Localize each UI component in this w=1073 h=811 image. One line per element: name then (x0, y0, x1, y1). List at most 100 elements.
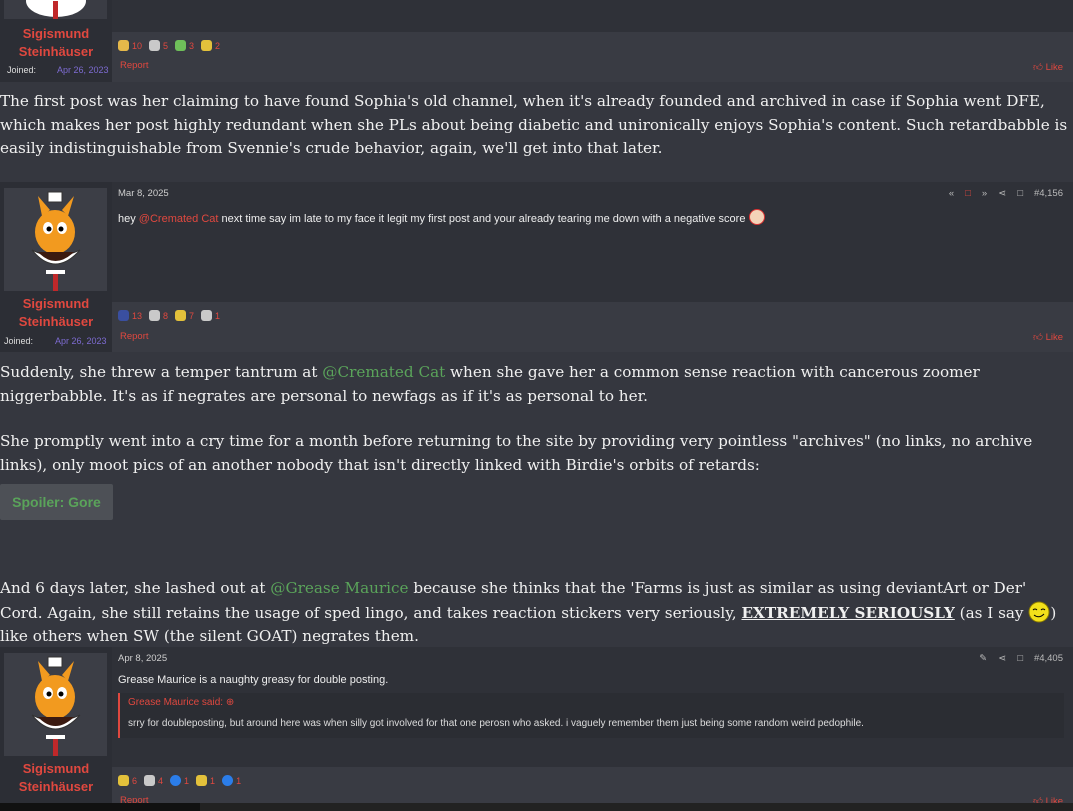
report-link[interactable]: Report (120, 60, 149, 71)
smirk-emoji-icon (1028, 601, 1050, 623)
clown-icon (118, 40, 129, 51)
reaction-count: 3 (189, 40, 195, 51)
reaction-count: 10 (132, 40, 143, 51)
ghost-icon (149, 40, 161, 51)
quote-author[interactable]: Grease Maurice said: ⊕ (128, 697, 234, 708)
thumbs-up-icon: 👍︎ (1032, 62, 1043, 73)
reaction-diamond[interactable]: 2 (201, 40, 220, 51)
reaction-count: 1 (215, 310, 221, 321)
username-first[interactable]: Sigismund (0, 760, 112, 778)
like-label: Like (1045, 332, 1063, 343)
joined-date: Apr 26, 2023 (55, 336, 107, 346)
reaction-bar[interactable]: 6 4 1 1 1 (118, 775, 241, 786)
like-button[interactable]: 👍︎ Like (1033, 331, 1063, 343)
post-footer: 6 4 1 1 1 Report 👍︎ Like (112, 767, 1073, 807)
bookmark-icon[interactable]: □ (1017, 188, 1023, 199)
post-message: Grease Maurice is a naughty greasy for d… (118, 674, 389, 686)
reaction-ghost[interactable]: 8 (149, 310, 168, 321)
post-date[interactable]: Apr 8, 2025 (118, 653, 167, 664)
joined-label: Joined: (4, 336, 34, 346)
message-text: next time say im late to my face it legi… (218, 213, 746, 225)
post-number[interactable]: #4,405 (1034, 653, 1063, 664)
trash-icon[interactable]: □ (965, 188, 971, 199)
username-first[interactable]: Sigismund (0, 295, 112, 313)
reaction-diamond[interactable]: 6 (118, 775, 137, 786)
reaction-money[interactable]: 3 (175, 40, 194, 51)
reaction-hat[interactable]: 13 (118, 310, 142, 321)
quote-text: srry for doubleposting, but around here … (128, 718, 864, 729)
reaction-clown[interactable]: 10 (118, 40, 142, 51)
post-number[interactable]: #4,156 (1034, 188, 1063, 199)
embedded-post-1: Sigismund Steinhäuser Joined: Apr 26, 20… (0, 0, 1073, 82)
like-label: Like (1045, 62, 1063, 73)
emphasis-text: EXTREMELY SERIOUSLY (741, 603, 955, 622)
quote-author-label: Grease Maurice said: (128, 697, 224, 708)
like-button[interactable]: 👍︎ Like (1033, 61, 1063, 73)
post-date[interactable]: Mar 8, 2025 (118, 188, 169, 199)
share-icon[interactable]: ⋖ (998, 653, 1006, 664)
quote-block: Grease Maurice said: ⊕ srry for doublepo… (118, 693, 1064, 738)
joined-label: Joined: (7, 65, 37, 75)
username[interactable]: Sigismund Steinhäuser (0, 295, 112, 331)
diamond-icon (118, 775, 129, 786)
diamond-icon (175, 310, 187, 321)
mention-link[interactable]: @Cremated Cat (322, 363, 445, 381)
reaction-messenger[interactable]: 1 (170, 775, 189, 786)
messenger-icon (170, 775, 182, 786)
post-footer: 13 8 7 1 Report 👍︎ Like (112, 302, 1073, 352)
post-author-column: Sigismund Steinhäuser Joined: Apr 26, 20… (0, 0, 112, 82)
report-link[interactable]: Report (120, 331, 149, 342)
share-icon[interactable]: ⋖ (998, 188, 1006, 199)
fast-forward-icon[interactable]: » (982, 188, 987, 199)
body-paragraph-2: Suddenly, she threw a temper tantrum at … (0, 361, 1070, 408)
joined-date: Apr 26, 2023 (57, 65, 109, 75)
post-tools: « □ » ⋖ □ #4,156 (949, 188, 1063, 199)
reaction-count: 1 (184, 775, 190, 786)
body-paragraph-4: And 6 days later, she lashed out at @Gre… (0, 577, 1070, 649)
reaction-bar[interactable]: 13 8 7 1 (118, 310, 220, 321)
embedded-post-2: Sigismund Steinhäuser Joined: Apr 26, 20… (0, 182, 1073, 352)
post-message: hey @Cremated Cat next time say im late … (118, 209, 765, 225)
paragraph-text: Suddenly, she threw a temper tantrum at (0, 363, 323, 381)
reaction-count: 1 (236, 775, 242, 786)
avatar[interactable] (4, 188, 107, 291)
horizontal-scrollbar[interactable] (0, 803, 1073, 811)
reaction-count: 5 (163, 40, 169, 51)
username-first[interactable]: Sigismund (0, 25, 112, 43)
reaction-count: 13 (132, 310, 143, 321)
paragraph-text: And 6 days later, she lashed out at (0, 579, 271, 597)
mention-link[interactable]: @Grease Maurice (270, 579, 408, 597)
scrollbar-thumb[interactable] (0, 803, 200, 811)
thumbs-up-icon: 👍︎ (1032, 332, 1043, 343)
body-paragraph-1: The first post was her claiming to have … (0, 92, 1068, 157)
arrow-up-circle-icon[interactable]: ⊕ (226, 697, 234, 708)
thumbs-down-icon (201, 310, 213, 321)
username-last[interactable]: Steinhäuser (0, 313, 112, 331)
post-footer: 10 5 3 2 Report 👍︎ Like (112, 32, 1073, 82)
username-last[interactable]: Steinhäuser (0, 43, 112, 61)
rewind-icon[interactable]: « (949, 188, 954, 199)
reaction-ghost[interactable]: 4 (144, 775, 163, 786)
post-author-column: Sigismund Steinhäuser (0, 647, 112, 803)
avatar[interactable] (4, 653, 107, 756)
reaction-bar[interactable]: 10 5 3 2 (118, 40, 220, 51)
reaction-count: 6 (132, 775, 138, 786)
reaction-pineapple[interactable]: 1 (196, 775, 215, 786)
avatar[interactable] (4, 0, 107, 19)
bookmark-icon[interactable]: □ (1017, 653, 1023, 664)
clown-face-icon (748, 209, 765, 225)
body-paragraph-3: She promptly went into a cry time for a … (0, 432, 1033, 474)
username[interactable]: Sigismund Steinhäuser (0, 760, 112, 796)
reaction-ghost[interactable]: 5 (149, 40, 168, 51)
post-tools: ✎ ⋖ □ #4,405 (979, 653, 1063, 664)
reaction-thumbs-down[interactable]: 1 (201, 310, 220, 321)
reaction-info[interactable]: 1 (222, 775, 241, 786)
username-last[interactable]: Steinhäuser (0, 778, 112, 796)
username[interactable]: Sigismund Steinhäuser (0, 25, 112, 61)
spoiler-button[interactable]: Spoiler: Gore (0, 484, 113, 520)
reaction-diamond[interactable]: 7 (175, 310, 194, 321)
reaction-count: 2 (215, 40, 221, 51)
ghost-icon (149, 310, 161, 321)
edit-icon[interactable]: ✎ (979, 653, 987, 664)
mention-link[interactable]: @Cremated Cat (139, 213, 219, 225)
